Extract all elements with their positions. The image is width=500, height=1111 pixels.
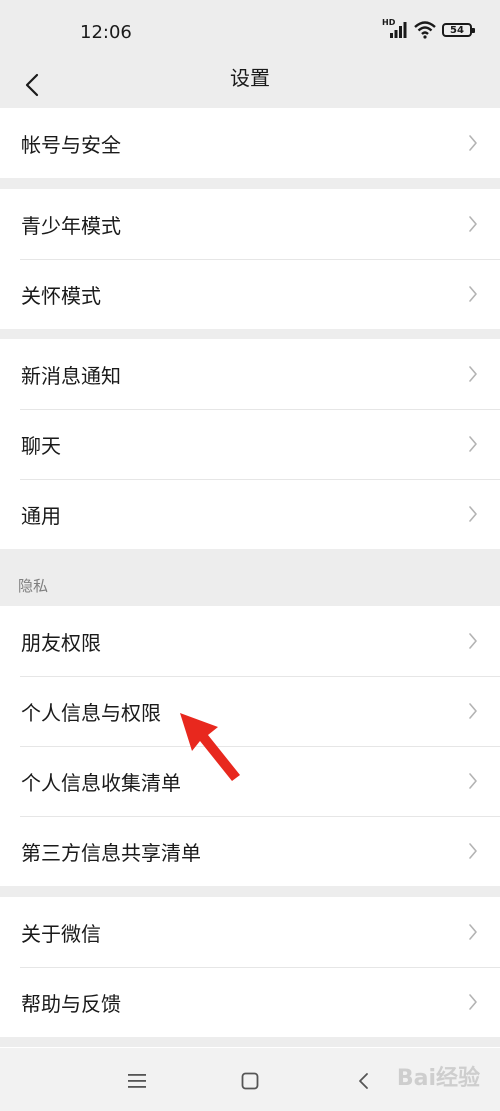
chevron-right-icon xyxy=(469,773,477,789)
settings-item-about-wechat[interactable]: 关于微信 xyxy=(0,897,500,967)
settings-group-general: 新消息通知 聊天 通用 xyxy=(0,339,500,549)
settings-screen: 12:06 HD 54 设置 帐号与安全 青少年模式 关怀模式 新消息通知 聊天… xyxy=(0,0,500,1111)
chevron-right-icon xyxy=(469,216,477,232)
settings-item-label: 朋友权限 xyxy=(21,630,101,655)
settings-item-account-security[interactable]: 帐号与安全 xyxy=(0,108,500,178)
settings-item-care-mode[interactable]: 关怀模式 xyxy=(0,259,500,329)
back-icon xyxy=(359,1073,368,1089)
settings-item-label: 关怀模式 xyxy=(21,283,101,308)
settings-item-label: 关于微信 xyxy=(21,921,101,946)
settings-item-personal-info-collection[interactable]: 个人信息收集清单 xyxy=(0,746,500,816)
chevron-right-icon xyxy=(469,924,477,940)
settings-item-label: 新消息通知 xyxy=(21,363,121,388)
chevron-right-icon xyxy=(469,703,477,719)
settings-item-third-party-sharing[interactable]: 第三方信息共享清单 xyxy=(0,816,500,886)
system-nav-bar xyxy=(0,1048,500,1111)
chevron-left-icon xyxy=(25,73,39,97)
chevron-right-icon xyxy=(469,286,477,302)
chevron-right-icon xyxy=(469,506,477,522)
settings-item-label: 通用 xyxy=(21,503,61,528)
home-button[interactable] xyxy=(235,1066,265,1096)
settings-item-personal-info-permissions[interactable]: 个人信息与权限 xyxy=(0,676,500,746)
settings-group-about: 关于微信 帮助与反馈 xyxy=(0,897,500,1037)
wifi-icon xyxy=(414,21,436,39)
settings-item-label: 青少年模式 xyxy=(21,213,121,238)
settings-group-account: 帐号与安全 xyxy=(0,108,500,178)
settings-item-label: 第三方信息共享清单 xyxy=(21,840,201,865)
status-icons: HD 54 xyxy=(382,18,475,40)
chevron-right-icon xyxy=(469,135,477,151)
settings-item-friend-permissions[interactable]: 朋友权限 xyxy=(0,606,500,676)
status-time: 12:06 xyxy=(80,22,132,43)
network-label: HD xyxy=(382,18,396,27)
settings-item-label: 帮助与反馈 xyxy=(21,991,121,1016)
chevron-right-icon xyxy=(469,633,477,649)
battery-level: 54 xyxy=(450,24,464,36)
back-button[interactable] xyxy=(10,62,54,108)
chevron-right-icon xyxy=(469,436,477,452)
page-title: 设置 xyxy=(230,66,270,90)
battery-icon: 54 xyxy=(442,23,475,37)
menu-button[interactable] xyxy=(122,1066,152,1096)
settings-item-chat[interactable]: 聊天 xyxy=(0,409,500,479)
settings-group-privacy: 朋友权限 个人信息与权限 个人信息收集清单 第三方信息共享清单 xyxy=(0,606,500,886)
settings-item-label: 个人信息收集清单 xyxy=(21,770,181,795)
settings-item-label: 聊天 xyxy=(21,433,61,458)
status-bar: 12:06 HD 54 xyxy=(0,0,500,62)
signal-icon: HD xyxy=(382,18,408,40)
chevron-right-icon xyxy=(469,994,477,1010)
nav-bar: 设置 xyxy=(0,62,500,108)
section-header-privacy: 隐私 xyxy=(18,577,49,595)
menu-icon xyxy=(128,1074,146,1088)
system-back-button[interactable] xyxy=(348,1066,378,1096)
settings-item-help-feedback[interactable]: 帮助与反馈 xyxy=(0,967,500,1037)
settings-item-teen-mode[interactable]: 青少年模式 xyxy=(0,189,500,259)
settings-item-label: 帐号与安全 xyxy=(21,132,121,157)
chevron-right-icon xyxy=(469,843,477,859)
settings-item-notifications[interactable]: 新消息通知 xyxy=(0,339,500,409)
chevron-right-icon xyxy=(469,366,477,382)
settings-item-general[interactable]: 通用 xyxy=(0,479,500,549)
home-icon xyxy=(241,1072,259,1090)
settings-group-modes: 青少年模式 关怀模式 xyxy=(0,189,500,329)
settings-item-label: 个人信息与权限 xyxy=(21,700,161,725)
annotation-arrow-icon xyxy=(180,713,240,781)
